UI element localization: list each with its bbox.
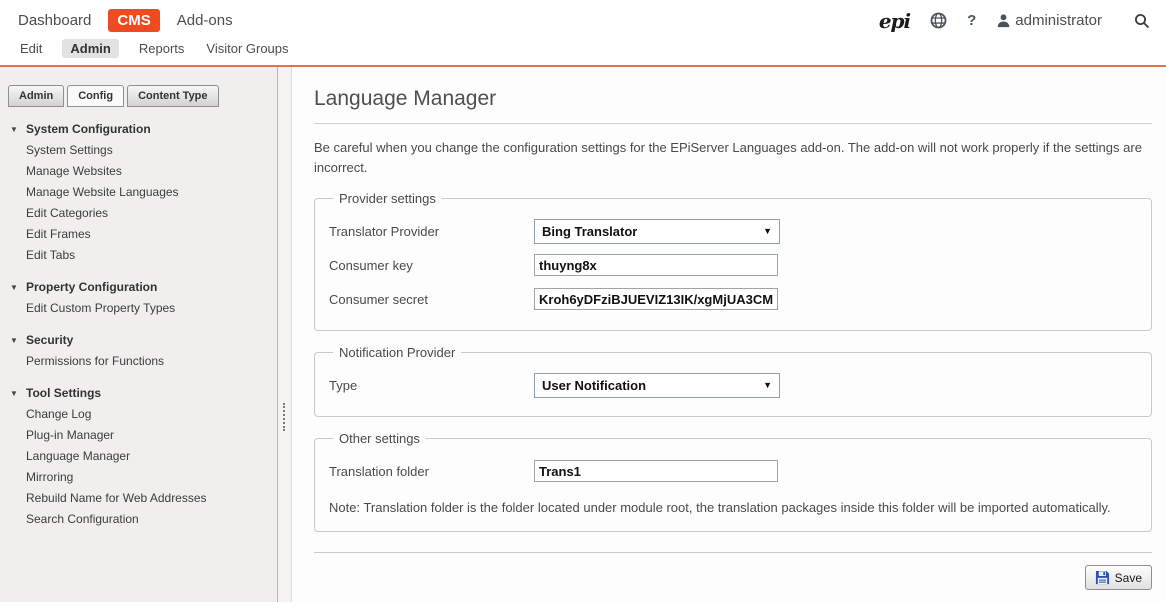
consumer-secret-input[interactable] xyxy=(534,288,778,310)
sidebar-item-change-log[interactable]: Change Log xyxy=(10,404,273,425)
selected-value: Bing Translator xyxy=(542,224,637,239)
translator-provider-select[interactable]: Bing Translator ▼ xyxy=(534,219,780,244)
consumer-key-input[interactable] xyxy=(534,254,778,276)
collapse-arrow-icon: ▼ xyxy=(10,383,19,404)
sidebar-section-property-configuration[interactable]: ▼ Property Configuration xyxy=(10,277,273,298)
sidebar-item-edit-tabs[interactable]: Edit Tabs xyxy=(10,245,273,266)
user-icon xyxy=(996,13,1011,28)
provider-settings-legend: Provider settings xyxy=(333,191,442,206)
notification-provider-legend: Notification Provider xyxy=(333,345,461,360)
notification-provider-fieldset: Notification Provider Type User Notifica… xyxy=(314,345,1152,417)
sidebar-item-system-settings[interactable]: System Settings xyxy=(10,140,273,161)
consumer-secret-label: Consumer secret xyxy=(329,292,534,307)
language-manager-panel: Language Manager Be careful when you cha… xyxy=(292,67,1166,602)
section-title: System Configuration xyxy=(26,119,151,140)
floppy-disk-icon xyxy=(1095,570,1110,585)
provider-settings-fieldset: Provider settings Translator Provider Bi… xyxy=(314,191,1152,331)
tab-config[interactable]: Config xyxy=(67,85,124,107)
translation-folder-label: Translation folder xyxy=(329,464,534,479)
sidebar-item-language-manager[interactable]: Language Manager xyxy=(10,446,273,467)
sidebar-item-mirroring[interactable]: Mirroring xyxy=(10,467,273,488)
admin-sidebar: Admin Config Content Type ▼ System Confi… xyxy=(0,67,278,602)
sidebar-item-rebuild-name-for-web-addresses[interactable]: Rebuild Name for Web Addresses xyxy=(10,488,273,509)
sidebar-item-manage-website-languages[interactable]: Manage Website Languages xyxy=(10,182,273,203)
other-settings-fieldset: Other settings Translation folder Note: … xyxy=(314,431,1152,532)
save-label: Save xyxy=(1115,571,1142,585)
mode-nav: Edit Admin Reports Visitor Groups xyxy=(0,36,1166,65)
subnav-item-visitor-groups[interactable]: Visitor Groups xyxy=(204,39,290,58)
notification-type-select[interactable]: User Notification ▼ xyxy=(534,373,780,398)
collapse-arrow-icon: ▼ xyxy=(10,330,19,351)
sidebar-item-edit-custom-property-types[interactable]: Edit Custom Property Types xyxy=(10,298,273,319)
nav-item-addons[interactable]: Add-ons xyxy=(177,12,233,29)
translator-provider-label: Translator Provider xyxy=(329,224,534,239)
sidebar-section-system-configuration[interactable]: ▼ System Configuration xyxy=(10,119,273,140)
sidebar-item-edit-frames[interactable]: Edit Frames xyxy=(10,224,273,245)
warning-text: Be careful when you change the configura… xyxy=(314,138,1152,177)
page-title: Language Manager xyxy=(314,87,1152,124)
sidebar-section-security[interactable]: ▼ Security xyxy=(10,330,273,351)
product-nav: Dashboard CMS Add-ons epi ? administrato… xyxy=(0,0,1166,36)
episerver-logo: epi xyxy=(879,11,910,31)
sidebar-item-permissions-for-functions[interactable]: Permissions for Functions xyxy=(10,351,273,372)
search-icon[interactable] xyxy=(1134,13,1150,29)
user-name: administrator xyxy=(1015,12,1102,29)
tab-content-type[interactable]: Content Type xyxy=(127,85,218,107)
sidebar-item-manage-websites[interactable]: Manage Websites xyxy=(10,161,273,182)
nav-item-dashboard[interactable]: Dashboard xyxy=(18,12,91,29)
section-title: Security xyxy=(26,330,73,351)
top-header: Dashboard CMS Add-ons epi ? administrato… xyxy=(0,0,1166,67)
chevron-down-icon: ▼ xyxy=(763,226,772,236)
splitter-grip-icon xyxy=(283,403,285,431)
sidebar-item-plug-in-manager[interactable]: Plug-in Manager xyxy=(10,425,273,446)
translation-folder-note: Note: Translation folder is the folder l… xyxy=(329,500,1137,515)
collapse-arrow-icon: ▼ xyxy=(10,119,19,140)
other-settings-legend: Other settings xyxy=(333,431,426,446)
tab-admin[interactable]: Admin xyxy=(8,85,64,107)
notification-type-label: Type xyxy=(329,378,534,393)
sidebar-item-edit-categories[interactable]: Edit Categories xyxy=(10,203,273,224)
subnav-item-reports[interactable]: Reports xyxy=(137,39,187,58)
sidebar-tab-bar: Admin Config Content Type xyxy=(8,85,277,107)
subnav-item-edit[interactable]: Edit xyxy=(18,39,44,58)
sidebar-item-search-configuration[interactable]: Search Configuration xyxy=(10,509,273,530)
subnav-item-admin[interactable]: Admin xyxy=(62,39,118,58)
globe-icon[interactable] xyxy=(930,12,947,29)
nav-item-cms[interactable]: CMS xyxy=(108,9,159,32)
selected-value: User Notification xyxy=(542,378,646,393)
save-button[interactable]: Save xyxy=(1085,565,1152,590)
footer-divider xyxy=(314,552,1152,553)
sidebar-splitter[interactable] xyxy=(278,67,292,602)
chevron-down-icon: ▼ xyxy=(763,380,772,390)
config-tree: ▼ System Configuration System Settings M… xyxy=(8,107,277,530)
section-title: Tool Settings xyxy=(26,383,101,404)
section-title: Property Configuration xyxy=(26,277,157,298)
help-icon[interactable]: ? xyxy=(967,12,976,29)
sidebar-section-tool-settings[interactable]: ▼ Tool Settings xyxy=(10,383,273,404)
user-menu[interactable]: administrator xyxy=(996,12,1102,29)
translation-folder-input[interactable] xyxy=(534,460,778,482)
consumer-key-label: Consumer key xyxy=(329,258,534,273)
collapse-arrow-icon: ▼ xyxy=(10,277,19,298)
